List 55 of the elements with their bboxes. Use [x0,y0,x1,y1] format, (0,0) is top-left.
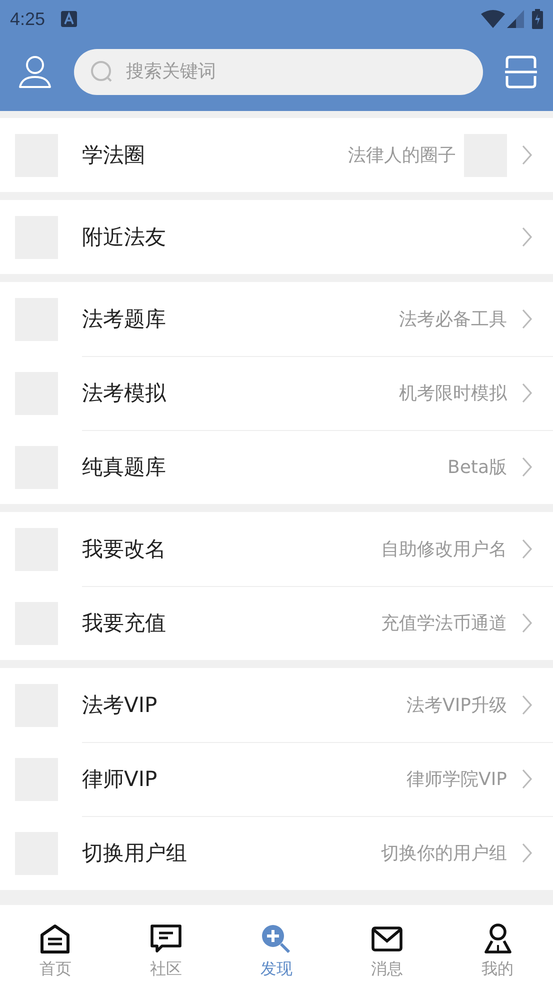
menu-item-subtitle: Beta版 [447,456,507,479]
menu-item-subtitle: 法考VIP升级 [406,694,507,717]
menu-item-title: 我要改名 [82,536,167,563]
menu-item-title: 学法圈 [82,142,146,169]
wifi-icon [481,10,505,28]
chevron-right-icon [521,456,533,478]
search-icon [90,60,114,84]
chevron-right-icon [521,612,533,634]
person-icon [484,923,512,955]
chevron-right-icon [521,308,533,330]
menu-item-subtitle: 切换你的用户组 [381,842,507,865]
menu-item[interactable]: 纯真题库 Beta版 [0,430,553,504]
menu-item[interactable]: 切换用户组 切换你的用户组 [0,816,553,890]
notification-icon [61,11,78,27]
menu-item-subtitle: 自助修改用户名 [381,538,507,561]
home-icon [39,924,72,954]
menu-item-title: 律师VIP [82,766,158,793]
menu-item-subtitle: 机考限时模拟 [399,382,507,405]
search-field[interactable]: 搜索关键词 [74,48,483,94]
menu-item-subtitle: 法考必备工具 [399,308,507,331]
menu-item[interactable]: 学法圈 法律人的圈子 [0,118,553,192]
menu-item[interactable]: 我要充值 充值学法币通道 [0,586,553,660]
search-input[interactable]: 搜索关键词 [124,60,467,83]
status-time: 4:25 [10,8,46,30]
menu-item[interactable]: 法考题库 法考必备工具 [0,282,553,356]
chat-icon [150,924,182,954]
menu-item-title: 纯真题库 [82,454,167,481]
menu-item[interactable]: 法考VIP 法考VIP升级 [0,668,553,742]
battery-icon [532,9,543,29]
menu-item-title: 切换用户组 [82,840,188,867]
signal-icon [507,10,524,28]
menu-item-title: 附近法友 [82,224,167,251]
menu-item[interactable]: 附近法友 [0,200,553,274]
chevron-right-icon [521,842,533,864]
menu-item[interactable]: 我要改名 自助修改用户名 [0,512,553,586]
menu-item-title: 法考模拟 [82,380,167,407]
nav-tab[interactable]: 发现 [221,911,332,984]
chevron-right-icon [521,382,533,404]
menu-item[interactable]: 法考模拟 机考限时模拟 [0,356,553,430]
menu-item-title: 法考题库 [82,306,167,333]
chevron-right-icon [521,694,533,716]
menu-item-subtitle: 法律人的圈子 [348,144,456,167]
chevron-right-icon [521,538,533,560]
mail-icon [371,925,404,953]
chevron-right-icon [521,768,533,790]
zoom-in-icon [261,924,292,954]
scan-icon[interactable] [505,54,537,88]
menu-item-subtitle: 律师学院VIP [406,768,507,791]
chevron-right-icon [521,144,533,166]
menu-item[interactable]: 律师VIP 律师学院VIP [0,742,553,816]
menu-item-title: 法考VIP [82,692,158,719]
chevron-right-icon [521,226,533,248]
menu-item-title: 我要充值 [82,610,167,637]
menu-item-subtitle: 充值学法币通道 [381,612,507,635]
user-icon[interactable] [18,54,52,88]
